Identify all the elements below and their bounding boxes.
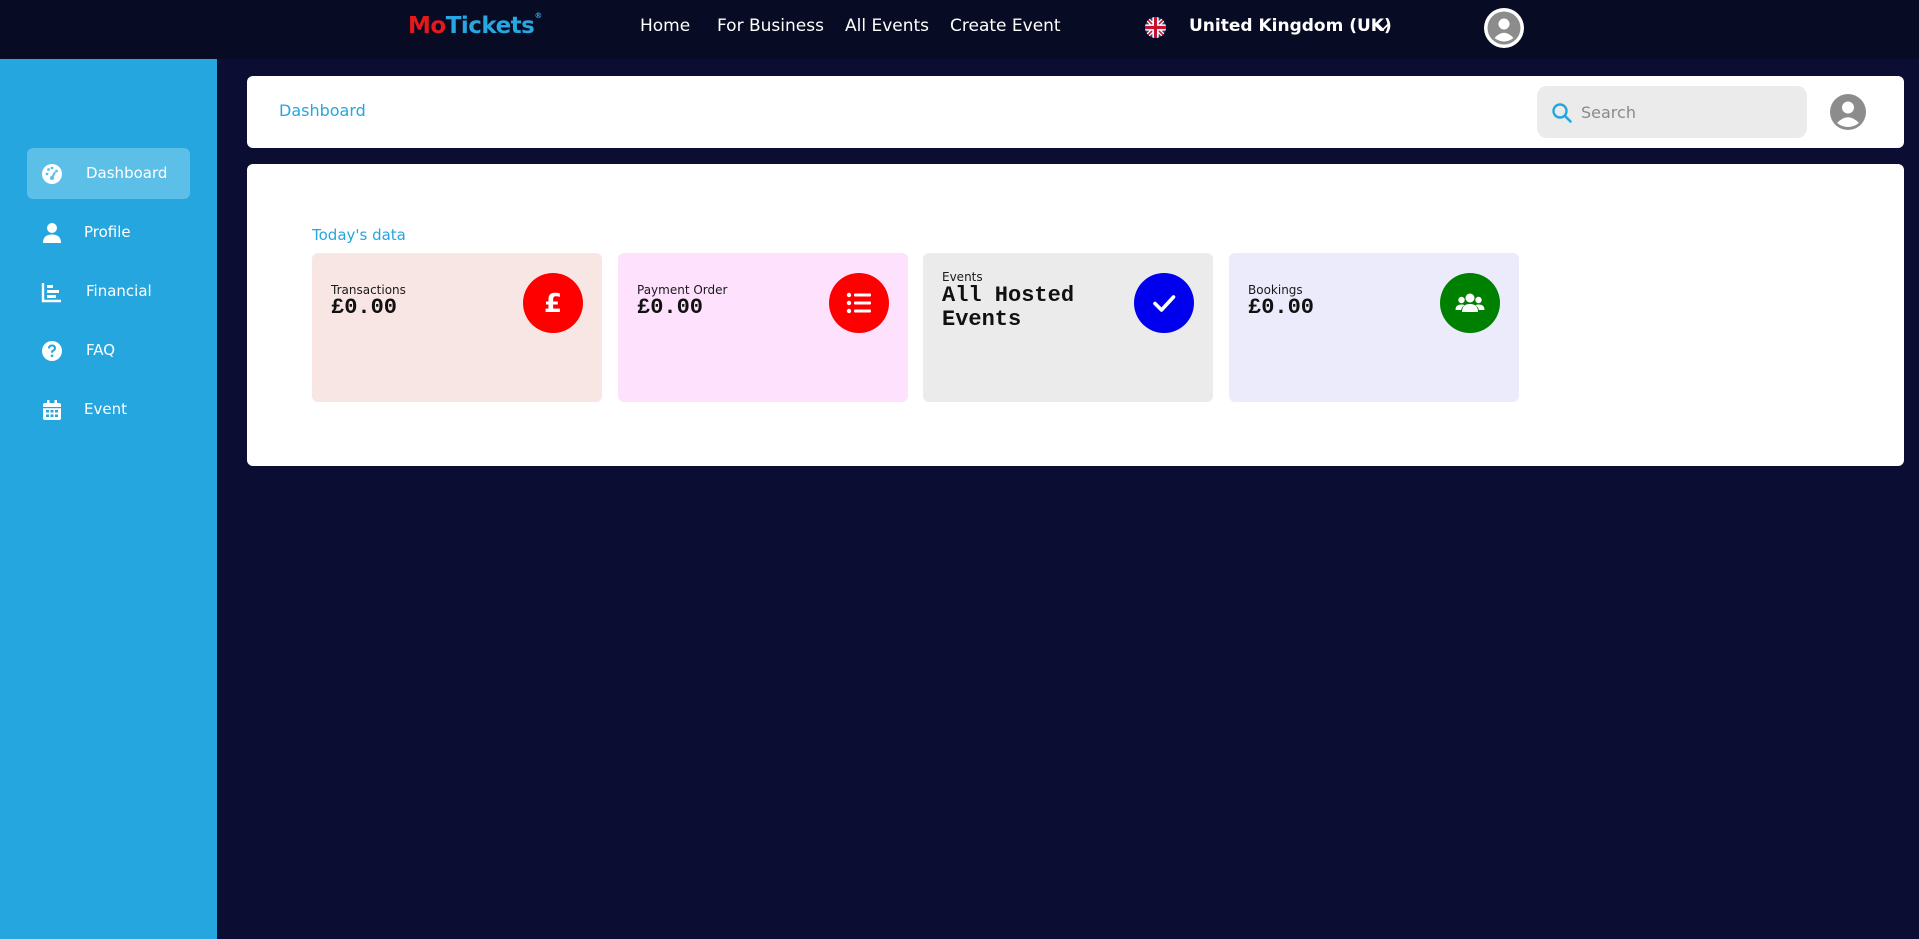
sidebar-item-event[interactable]: Event: [27, 384, 190, 435]
sidebar-item-label: FAQ: [86, 341, 116, 359]
stat-badge: [1440, 273, 1500, 333]
sidebar-item-label: Financial: [86, 282, 152, 300]
chevron-down-icon[interactable]: [1376, 20, 1390, 34]
sidebar: Dashboard Profile Financial FAQ Event: [0, 59, 217, 939]
svg-text:£: £: [544, 289, 562, 318]
sidebar-item-financial[interactable]: Financial: [27, 266, 190, 317]
users-icon: [1455, 293, 1485, 312]
sidebar-item-profile[interactable]: Profile: [27, 207, 190, 258]
sidebar-item-faq[interactable]: FAQ: [27, 325, 190, 376]
sidebar-item-label: Profile: [84, 223, 131, 241]
stat-badge: £: [523, 273, 583, 333]
user-icon: [43, 223, 61, 243]
user-avatar-icon[interactable]: [1483, 7, 1525, 49]
search-box[interactable]: [1537, 86, 1807, 138]
stat-card-payment-order[interactable]: Payment Order £0.00: [618, 253, 908, 402]
nav-create-event-link[interactable]: Create Event: [950, 16, 1061, 36]
chart-icon: [41, 283, 61, 303]
search-icon[interactable]: [1551, 102, 1573, 124]
top-navbar: MoTickets® Home For Business All Events …: [0, 0, 1919, 59]
nav-for-business-link[interactable]: For Business: [717, 16, 824, 36]
logo-registered-mark: ®: [534, 11, 542, 20]
profile-avatar-icon[interactable]: [1829, 93, 1867, 131]
stat-value: £0.00: [331, 295, 398, 320]
country-selector[interactable]: United Kingdom (UK): [1189, 16, 1392, 36]
stat-card-events[interactable]: Events All Hosted Events: [923, 253, 1213, 402]
logo-tickets-text: Tickets: [445, 13, 535, 39]
motickets-logo[interactable]: MoTickets®: [408, 11, 542, 39]
stat-badge: [1134, 273, 1194, 333]
search-input[interactable]: [1581, 98, 1791, 126]
list-icon: [846, 292, 871, 314]
stat-value: £0.00: [1248, 295, 1315, 320]
uk-flag-icon[interactable]: [1145, 17, 1166, 38]
breadcrumb[interactable]: Dashboard: [279, 101, 366, 120]
stat-label: Events: [942, 270, 983, 284]
question-circle-icon: [42, 341, 62, 361]
main-content: Today's data Transactions £0.00 £ Paymen…: [247, 164, 1904, 466]
page-header: Dashboard: [247, 76, 1904, 148]
logo-mo-text: Mo: [408, 13, 446, 39]
sidebar-item-label: Dashboard: [86, 164, 168, 182]
nav-home-link[interactable]: Home: [640, 16, 690, 36]
calendar-icon: [43, 400, 61, 420]
sidebar-item-dashboard[interactable]: Dashboard: [27, 148, 190, 199]
stat-card-bookings[interactable]: Bookings £0.00: [1229, 253, 1519, 402]
check-icon: [1153, 295, 1176, 312]
stat-value: £0.00: [637, 295, 704, 320]
sidebar-item-label: Event: [84, 400, 127, 418]
dashboard-gauge-icon: [42, 164, 62, 184]
nav-all-events-link[interactable]: All Events: [845, 16, 929, 36]
stat-card-transactions[interactable]: Transactions £0.00 £: [312, 253, 602, 402]
stat-value: All Hosted Events: [942, 283, 1075, 332]
stat-badge: [829, 273, 889, 333]
pound-icon: £: [544, 289, 562, 318]
section-title: Today's data: [312, 226, 406, 244]
